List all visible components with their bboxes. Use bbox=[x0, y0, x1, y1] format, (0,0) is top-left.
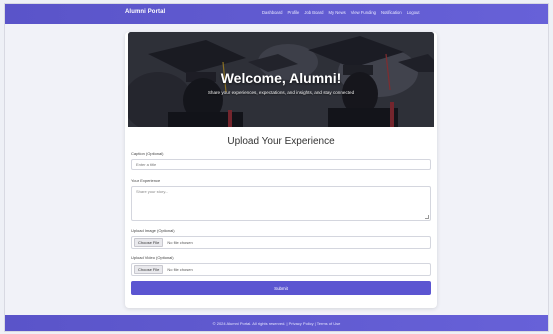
form-title: Upload Your Experience bbox=[227, 136, 335, 147]
hero-title: Welcome, Alumni! bbox=[220, 70, 342, 86]
nav-link-logout[interactable]: Logout bbox=[407, 10, 420, 15]
image-upload-label: Upload Image (Optional) bbox=[131, 228, 175, 233]
browser-viewport: Alumni Portal Dashboard Profile Job Boar… bbox=[4, 3, 549, 332]
footer: © 2024 Alumni Portal. All rights reserve… bbox=[5, 315, 548, 331]
caption-input[interactable] bbox=[131, 159, 431, 170]
hero-banner: Welcome, Alumni! Share your experiences,… bbox=[128, 32, 434, 127]
brand-logo[interactable]: Alumni Portal bbox=[125, 9, 165, 15]
top-navbar: Alumni Portal Dashboard Profile Job Boar… bbox=[5, 4, 548, 24]
image-file-input[interactable]: Choose File No file chosen bbox=[131, 236, 431, 249]
nav-link-my-news[interactable]: My News bbox=[328, 10, 345, 15]
nav-link-profile[interactable]: Profile bbox=[288, 10, 300, 15]
video-file-input[interactable]: Choose File No file chosen bbox=[131, 263, 431, 276]
experience-textarea[interactable]: Share your story... bbox=[131, 186, 431, 221]
nav-link-view-funding[interactable]: View Funding bbox=[351, 10, 376, 15]
resize-handle[interactable] bbox=[425, 215, 429, 219]
nav-link-notification[interactable]: Notification bbox=[381, 10, 402, 15]
video-file-status: No file chosen bbox=[167, 267, 193, 272]
image-file-status: No file chosen bbox=[167, 240, 193, 245]
video-choose-file-button[interactable]: Choose File bbox=[134, 265, 164, 274]
image-choose-file-button[interactable]: Choose File bbox=[134, 238, 164, 247]
video-upload-label: Upload Video (Optional) bbox=[131, 255, 174, 260]
experience-label: Your Experience bbox=[131, 178, 161, 183]
footer-text: © 2024 Alumni Portal. All rights reserve… bbox=[212, 320, 341, 326]
hero-subtitle: Share your experiences, expectations, an… bbox=[207, 90, 355, 95]
experience-placeholder: Share your story... bbox=[136, 189, 169, 194]
nav-links: Dashboard Profile Job Board My News View… bbox=[262, 10, 420, 15]
caption-label: Caption (Optional) bbox=[131, 151, 164, 156]
nav-link-dashboard[interactable]: Dashboard bbox=[262, 10, 283, 15]
nav-link-job-board[interactable]: Job Board bbox=[304, 10, 323, 15]
submit-button[interactable]: Submit bbox=[131, 281, 431, 295]
experience-card: Welcome, Alumni! Share your experiences,… bbox=[125, 32, 437, 308]
